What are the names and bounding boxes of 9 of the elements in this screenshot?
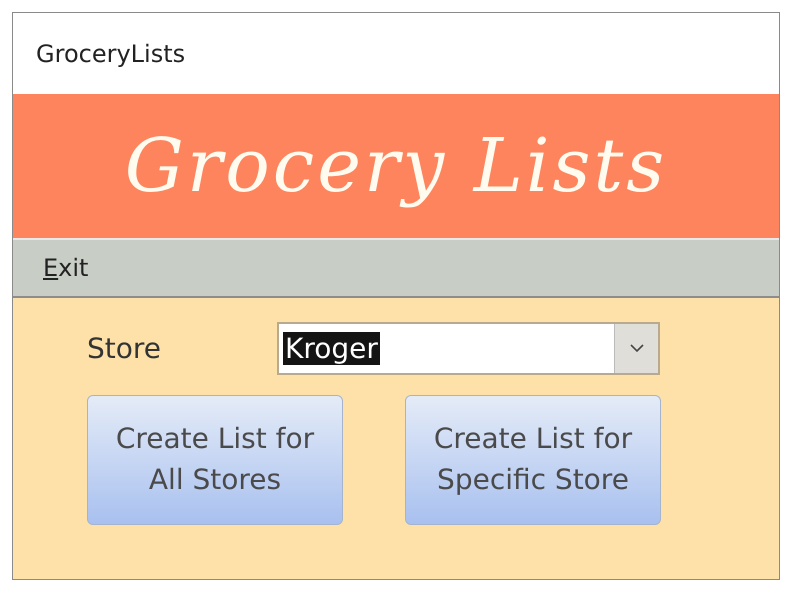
window-title: GroceryLists (36, 40, 186, 68)
store-combo-box[interactable]: Kroger (277, 322, 660, 375)
create-list-button[interactable]: Create List for Specific Store (405, 395, 661, 525)
create-list-button[interactable]: Create List for All Stores (87, 395, 343, 525)
banner-title: Grocery Lists (124, 123, 668, 209)
store-label: Store (87, 332, 162, 365)
exit-menu-item[interactable]: Exit (43, 254, 88, 282)
dropdown-button[interactable] (614, 324, 658, 373)
chevron-down-icon (630, 344, 644, 353)
